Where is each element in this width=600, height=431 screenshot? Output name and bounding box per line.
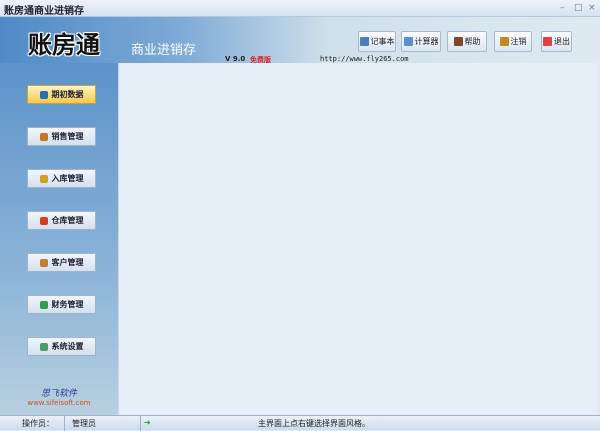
header-button-label: 帮助 [464,37,481,46]
notepad-icon [359,37,369,46]
version-label: V 9.0 [225,55,246,63]
operator-label: 操作员： [22,419,54,428]
exit-icon [543,37,552,46]
header: 账房通 商业进销存 V 9.0 免费版 http://www.fly265.co… [0,17,600,64]
operator-name: 管理员 [72,419,96,428]
header-button-label: 记事本 [370,37,395,46]
sidebar-item-stock-in[interactable]: 入库管理 [27,169,96,188]
title-bar: 账房通商业进销存 – □ × [0,0,600,17]
header-button-help[interactable]: 帮助 [447,31,487,52]
sidebar-item-warehouse[interactable]: 仓库管理 [27,211,96,230]
app-logo: 账房通 [28,31,100,59]
sidebar-item-label: 入库管理 [51,174,84,183]
status-message: 主界面上点右键选择界面风格。 [258,419,370,428]
finance-icon [39,300,48,309]
header-button-calculator[interactable]: 计算器 [401,31,441,52]
sidebar-item-label: 期初数据 [51,90,84,99]
stock-in-icon [39,174,48,183]
sidebar-item-label: 财务管理 [51,300,84,309]
sidebar-item-label: 客户管理 [51,258,84,267]
customer-icon [39,258,48,267]
help-icon [453,37,463,46]
status-bar: 操作员： 管理员 ➜ 主界面上点右键选择界面风格。 [0,415,600,431]
window-title: 账房通商业进销存 [4,6,84,17]
warehouse-icon [39,216,48,225]
app-subtitle: 商业进销存 [131,43,197,58]
header-button-label: 退出 [554,37,570,46]
minimize-button[interactable]: – [560,3,565,13]
sidebar-item-book[interactable]: 期初数据 [27,85,96,104]
sidebar-item-settings[interactable]: 系统设置 [27,337,96,356]
calculator-icon [403,37,413,46]
close-button[interactable]: × [588,3,596,13]
header-button-label: 计算器 [414,37,439,46]
settings-icon [39,342,48,351]
arrow-icon: ➜ [144,418,151,427]
sidebar-item-customer[interactable]: 客户管理 [27,253,96,272]
website-url: http://www.fly265.com [320,55,409,63]
header-button-logout[interactable]: 注销 [494,31,532,52]
header-button-label: 注销 [510,37,527,46]
sidebar-item-finance[interactable]: 财务管理 [27,295,96,314]
sidebar-item-sales[interactable]: 销售管理 [27,127,96,146]
header-button-notepad[interactable]: 记事本 [358,31,396,52]
sidebar: 期初数据销售管理入库管理仓库管理客户管理财务管理系统设置 思飞软件 www.si… [0,63,118,415]
sidebar-item-label: 系统设置 [51,342,84,351]
sidebar-item-label: 销售管理 [51,132,84,141]
sales-icon [39,132,48,141]
logout-icon [499,37,509,46]
sidebar-item-label: 仓库管理 [51,216,84,225]
brand-url[interactable]: www.sifeisoft.com [0,399,118,407]
header-button-exit[interactable]: 退出 [541,31,572,52]
book-icon [39,90,48,99]
brand-name: 思飞软件 [40,389,77,399]
main-content-area[interactable] [118,63,597,415]
maximize-button[interactable]: □ [574,3,583,13]
